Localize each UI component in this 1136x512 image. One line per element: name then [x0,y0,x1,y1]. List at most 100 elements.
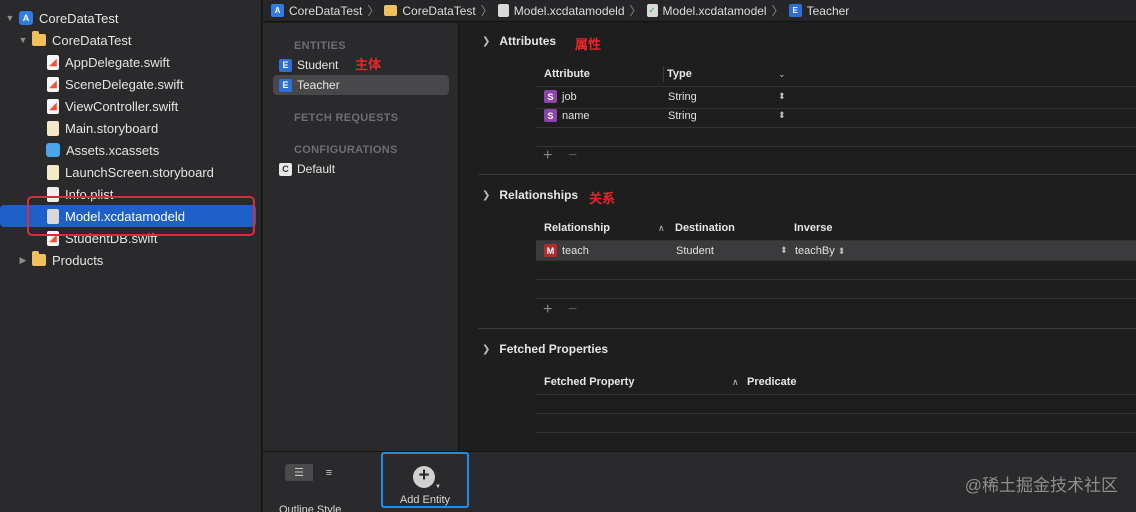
configurations-section-title: CONFIGURATIONS [294,144,398,156]
table-style-icon[interactable]: ☰ [285,464,313,481]
dropdown-triangle-icon: ▼ [435,484,441,490]
entity-editor: ❯ Attributes 属性 Attribute Type ⌄ S job S… [460,23,1136,451]
relationship-inverse-cell[interactable]: teachBy ⬍ [795,245,845,257]
divider [536,432,1136,433]
remove-relationship-button[interactable]: − [568,301,577,319]
attribute-row-job[interactable]: S job [544,90,577,103]
folder-icon [32,31,46,48]
entity-item-teacher[interactable]: E Teacher [273,75,449,95]
column-header-relationship[interactable]: Relationship [544,222,610,234]
add-attribute-button[interactable]: + [543,147,552,165]
relationships-section-header[interactable]: ❯ Relationships [482,188,578,202]
divider [536,86,1136,87]
nav-item-project[interactable]: ▼ A CoreDataTest [0,7,262,29]
chevron-down-icon[interactable]: ❯ [482,190,490,201]
nav-item-group-coredatatest[interactable]: ▼ CoreDataTest [0,29,262,51]
entity-label: Teacher [297,78,340,92]
add-relationship-button[interactable]: + [543,301,552,319]
nav-item-appdelegate[interactable]: ◢ AppDelegate.swift [0,51,262,73]
breadcrumb-xcdatamodel[interactable]: ✓ Model.xcdatamodel [646,3,767,18]
relationships-annotation: 关系 [589,191,616,206]
breadcrumb-label: CoreDataTest [402,3,476,18]
breadcrumb-label: Model.xcdatamodeld [513,3,625,18]
data-model-version-icon: ✓ [646,4,658,17]
add-entity-button[interactable]: + ▼ Add Entity [381,452,469,508]
highlight-box-annotation [27,196,255,236]
breadcrumb-label: Model.xcdatamodel [662,3,767,18]
disclosure-open-icon[interactable]: ▼ [17,35,29,45]
xcode-project-icon: A [271,4,284,17]
attributes-title: Attributes [499,34,557,48]
nav-item-scenedelegate[interactable]: ◢ SceneDelegate.swift [0,73,262,95]
divider [536,146,1136,147]
column-header-inverse[interactable]: Inverse [794,222,833,234]
column-header-predicate[interactable]: Predicate [747,376,797,388]
attributes-section-header[interactable]: ❯ Attributes [482,34,556,48]
attribute-name[interactable]: job [562,91,577,103]
entity-icon: E [279,58,292,72]
disclosure-closed-icon[interactable]: ▶ [17,255,29,266]
nav-item-products[interactable]: ▶ Products [0,249,262,271]
relationships-title: Relationships [499,188,579,202]
sort-ascending-icon[interactable]: ∧ [732,377,739,388]
popup-stepper-icon[interactable]: ⬍ [778,91,786,102]
attribute-type-cell[interactable]: String [668,91,697,103]
chevron-down-icon[interactable]: ❯ [482,36,490,47]
string-attribute-icon: S [544,90,557,103]
disclosure-open-icon[interactable]: ▼ [4,13,16,23]
fetch-requests-section-title: FETCH REQUESTS [294,112,399,124]
attribute-type-cell[interactable]: String [668,110,697,122]
sort-ascending-icon[interactable]: ∧ [658,223,665,234]
configuration-item-default[interactable]: C Default [273,159,449,179]
divider [536,260,1136,261]
fetched-properties-title: Fetched Properties [499,342,609,356]
nav-item-assets[interactable]: Assets.xcassets [0,139,262,161]
breadcrumb-entity[interactable]: E Teacher [788,4,849,18]
jump-bar: A CoreDataTest 〉 CoreDataTest 〉 Model.xc… [263,0,1136,22]
nav-item-label: ViewController.swift [65,98,179,114]
editor-bottom-bar: ☰ ≡ Outline Style + ▼ Add Entity @稀土掘金技术… [263,451,1136,512]
column-header-attribute[interactable]: Attribute [544,68,590,80]
entity-label: Student [297,58,339,72]
xcode-project-icon: A [19,11,33,25]
popup-stepper-icon[interactable]: ⬍ [778,110,786,121]
attribute-name[interactable]: name [562,110,590,122]
entities-section-title: ENTITIES [294,40,346,52]
popup-stepper-icon[interactable]: ⬍ [838,246,846,257]
nav-item-launchscreen[interactable]: LaunchScreen.storyboard [0,161,262,183]
divider [536,127,1136,128]
watermark: @稀土掘金技术社区 [964,476,1118,495]
nav-item-viewcontroller[interactable]: ◢ ViewController.swift [0,95,262,117]
column-header-type[interactable]: Type [667,68,692,80]
folder-icon [384,5,398,16]
breadcrumb-group[interactable]: CoreDataTest [384,3,476,18]
chevron-down-icon[interactable]: ⌄ [778,69,786,80]
remove-attribute-button[interactable]: − [568,147,577,165]
breadcrumb-project[interactable]: A CoreDataTest [271,4,362,18]
chevron-right-icon: 〉 [771,4,784,18]
graph-style-icon[interactable]: ≡ [315,464,343,481]
nav-item-label: Assets.xcassets [66,142,160,158]
attribute-row-name[interactable]: S name [544,109,590,122]
swift-file-icon: ◢ [47,76,59,92]
attributes-annotation: 属性 [575,37,602,52]
chevron-down-icon[interactable]: ❯ [482,344,490,355]
chevron-right-icon: 〉 [480,4,493,18]
nav-item-label: CoreDataTest [39,10,119,26]
relationship-row-teach[interactable]: M teach [544,244,589,257]
outline-style-label: Outline Style [279,504,342,512]
breadcrumb-xcdatamodeld[interactable]: Model.xcdatamodeld [497,3,625,18]
column-header-destination[interactable]: Destination [675,222,735,234]
column-header-fetched-property[interactable]: Fetched Property [544,376,634,388]
nav-item-label: SceneDelegate.swift [65,76,184,92]
divider [536,298,1136,299]
fetched-properties-section-header[interactable]: ❯ Fetched Properties [482,342,608,356]
popup-stepper-icon[interactable]: ⬍ [780,245,788,256]
swift-file-icon: ◢ [47,54,59,70]
nav-item-label: Main.storyboard [65,120,159,136]
relationship-name[interactable]: teach [562,245,589,257]
nav-item-main-storyboard[interactable]: Main.storyboard [0,117,262,139]
relationship-inverse: teachBy [795,245,835,257]
relationship-destination-cell[interactable]: Student [676,245,714,257]
nav-item-label: Products [52,252,104,268]
